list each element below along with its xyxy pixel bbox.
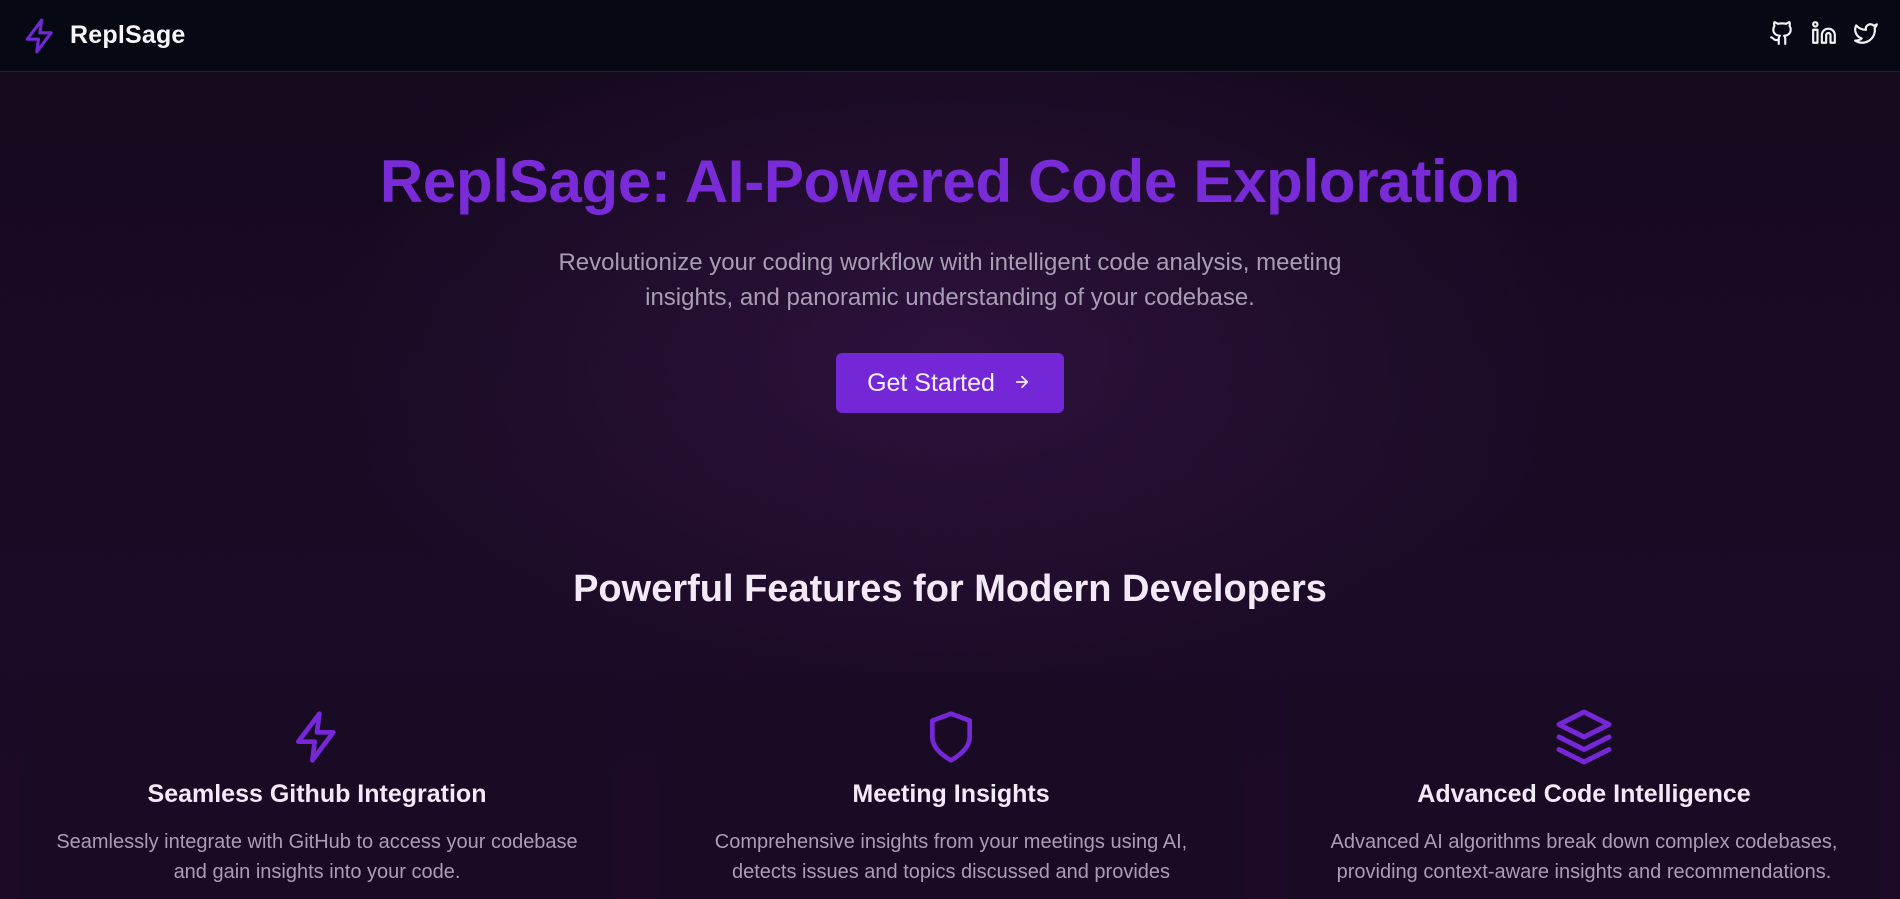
github-icon xyxy=(1769,20,1795,51)
features-heading: Powerful Features for Modern Developers xyxy=(573,568,1327,610)
layers-icon xyxy=(1288,704,1880,770)
top-navbar: ReplSage xyxy=(0,0,1900,72)
twitter-icon xyxy=(1853,20,1879,51)
brand-link[interactable]: ReplSage xyxy=(20,16,186,56)
linkedin-link[interactable] xyxy=(1810,20,1838,51)
arrow-right-icon xyxy=(1013,369,1031,398)
feature-title: Seamless Github Integration xyxy=(147,780,487,808)
linkedin-icon xyxy=(1811,20,1837,51)
feature-description: Comprehensive insights from your meeting… xyxy=(714,831,1188,883)
features-grid: Seamless Github Integration Seamlessly i… xyxy=(0,676,1900,899)
feature-card-github: Seamless Github Integration Seamlessly i… xyxy=(22,676,612,899)
get-started-button[interactable]: Get Started xyxy=(836,353,1064,413)
hero-subtitle: Revolutionize your coding workflow with … xyxy=(558,249,1342,311)
hero-section: ReplSage: AI-Powered Code Exploration Re… xyxy=(0,145,1900,413)
shield-icon xyxy=(658,704,1244,770)
get-started-label: Get Started xyxy=(867,368,995,397)
github-link[interactable] xyxy=(1768,20,1796,51)
feature-card-meetings: Meeting Insights Comprehensive insights … xyxy=(658,676,1244,899)
feature-description: Seamlessly integrate with GitHub to acce… xyxy=(56,831,578,883)
brand-name: ReplSage xyxy=(70,21,186,49)
feature-title: Advanced Code Intelligence xyxy=(1417,780,1751,808)
feature-title: Meeting Insights xyxy=(852,780,1050,808)
lightning-icon xyxy=(22,704,612,770)
feature-card-intelligence: Advanced Code Intelligence Advanced AI a… xyxy=(1288,676,1880,899)
hero-title: ReplSage: AI-Powered Code Exploration xyxy=(379,148,1521,215)
lightning-icon xyxy=(20,16,60,56)
feature-description: Advanced AI algorithms break down comple… xyxy=(1330,831,1838,883)
social-links xyxy=(1768,20,1880,51)
twitter-link[interactable] xyxy=(1852,22,1880,50)
